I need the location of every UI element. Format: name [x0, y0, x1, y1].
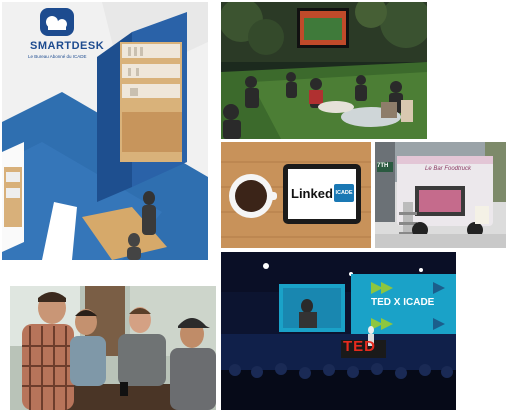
ted-screen-title: TED X ICADE — [371, 297, 435, 308]
truck-lettering: Le Bar Foodtruck — [425, 166, 472, 172]
linkedin-logo-word: Linked — [291, 186, 333, 201]
outdoor-screening-photo — [221, 2, 427, 139]
food-truck-photo: 7TH Le Bar Foodtruck — [375, 142, 506, 248]
team-discussion-photo — [10, 286, 216, 410]
smartdesk-cloud-logo-icon — [40, 8, 74, 36]
ted-stage-logo: TED — [343, 338, 376, 355]
linkedin-logo-badge: ICADE — [335, 190, 353, 196]
smartdesk-tagline: Le Bureau Abonné du ICADE — [28, 54, 87, 59]
smartdesk-brand-name: SMARTDESK — [30, 40, 105, 52]
tedx-stage-photo: TED X ICADE TED — [221, 252, 456, 410]
smartdesk-office-photo: SMARTDESK Le Bureau Abonné du ICADE — [2, 2, 208, 260]
coffee-tablet-photo: Linked ICADE — [221, 142, 371, 248]
street-sign: 7TH — [377, 163, 389, 169]
